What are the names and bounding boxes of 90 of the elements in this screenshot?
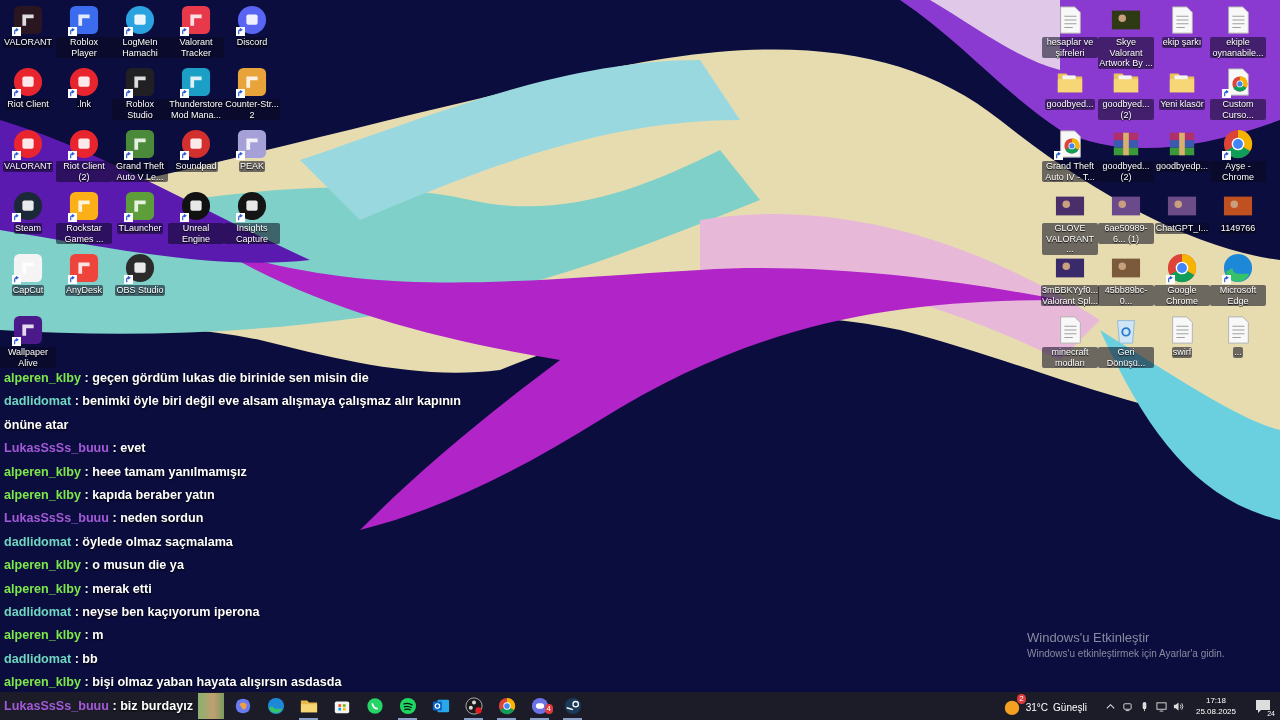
browser-icon xyxy=(1223,253,1253,283)
icon-label[interactable]: Microsoft Edge xyxy=(1210,285,1266,306)
icon-label[interactable]: ... xyxy=(1233,347,1243,358)
chat-message-overlay: dadlidomat : öylede olmaz saçmalama xyxy=(4,533,233,551)
chat-message-overlay: alperen_klby : heee tamam yanılmamışız xyxy=(4,463,247,481)
icon-label[interactable]: 1149766 xyxy=(1219,223,1257,234)
date: 25.08.2025 xyxy=(1195,706,1236,717)
search-highlight-picture xyxy=(198,693,224,719)
icon-label[interactable]: Wallpaper Alive xyxy=(0,347,56,368)
icon-label[interactable]: Custom Curso... xyxy=(1210,99,1266,120)
icon-label[interactable]: Roblox Studio xyxy=(112,99,168,120)
icon-label[interactable]: goodbyed... (2) xyxy=(1098,99,1154,120)
browser-icon xyxy=(1167,253,1197,283)
chat-message-overlay: LukasSsSs_buuu : neden sordun xyxy=(4,510,204,528)
icon-label[interactable]: 6ae50989-6... (1) xyxy=(1098,223,1154,244)
weather-widget[interactable]: 2 31°C Güneşli xyxy=(1002,693,1087,719)
icon-label[interactable]: ekiple oynanabile... xyxy=(1210,37,1266,58)
chat-message-overlay: dadlidomat : benimki öyle biri değil eve alsam alışmaya çalışmaz alır kapının önüne atar xyxy=(4,393,463,434)
activation-text: Windows'u etkinleştirmek için Ayarlar'a gidin. xyxy=(1027,648,1225,659)
chat-message-overlay: dadlidomat : neyse ben kaçıyorum iperona xyxy=(4,604,260,622)
recorder-icon xyxy=(464,697,483,715)
mail-icon xyxy=(431,697,450,715)
browser-icon xyxy=(1223,129,1253,159)
activation-title: Windows'u Etkinleştir xyxy=(1027,630,1151,645)
search-field[interactable] xyxy=(198,693,224,719)
icon-label[interactable]: AnyDesk xyxy=(65,285,103,296)
weather-badge: 2 xyxy=(1017,694,1026,704)
icon-label[interactable]: Rockstar Games ... xyxy=(56,223,112,244)
icon-label[interactable]: OBS Studio xyxy=(115,285,165,296)
icon-label[interactable]: Google Chrome xyxy=(1154,285,1210,306)
icon-label[interactable]: Grand Theft Auto V Le... xyxy=(112,161,168,182)
notification-badge: 4 xyxy=(544,704,553,714)
icon-label[interactable]: GLOVE VALORANT ... xyxy=(1042,223,1098,255)
icon-label[interactable]: VALORANT xyxy=(3,161,53,172)
icon-label[interactable]: Thunderstore Mod Mana... xyxy=(168,99,224,120)
icon-label[interactable]: Roblox Player xyxy=(56,37,112,58)
game-store-icon xyxy=(563,697,582,715)
chat-message-overlay: alperen_klby : o musun die ya xyxy=(4,557,184,575)
icon-label[interactable]: Soundpad xyxy=(174,161,218,172)
chat-app-icon xyxy=(530,697,549,715)
icon-label[interactable]: goodbyed... xyxy=(1045,99,1095,110)
camera-icon[interactable] xyxy=(1121,700,1133,712)
chat-app-icon xyxy=(365,697,384,715)
network-icon[interactable] xyxy=(1155,700,1167,712)
icon-label[interactable]: VALORANT xyxy=(3,37,53,48)
icon-label[interactable]: swirf xyxy=(1171,347,1193,358)
icon-label[interactable]: minecraft modları xyxy=(1042,347,1098,368)
copilot-icon xyxy=(233,697,252,715)
chat-message-overlay: alperen_klby : geçen gördüm lukas die birinide sen misin die xyxy=(4,370,369,387)
taskbar-app-button[interactable]: 4 xyxy=(523,692,556,720)
sun-icon xyxy=(1002,698,1021,716)
icon-label[interactable]: Counter-Str... 2 xyxy=(224,99,280,120)
icon-label[interactable]: Riot Client xyxy=(6,99,50,110)
volume-icon[interactable] xyxy=(1172,700,1184,712)
icon-label[interactable]: ekip şarkı xyxy=(1161,37,1203,48)
icon-label[interactable]: Valorant Tracker xyxy=(168,37,224,58)
icon-label[interactable]: LogMeIn Hamachi xyxy=(112,37,168,58)
icon-label[interactable]: TLauncher xyxy=(117,223,163,234)
icon-label[interactable]: Ayşe - Chrome xyxy=(1210,161,1266,182)
music-app-icon xyxy=(398,697,417,715)
icon-label[interactable]: goodbyedp... xyxy=(1154,161,1209,172)
icon-label[interactable]: Insights Capture xyxy=(224,223,280,244)
chat-message-overlay: alperen_klby : merak etti xyxy=(4,580,152,598)
icon-label[interactable]: Unreal Engine xyxy=(168,223,224,244)
chat-message-overlay: dadlidomat : bb xyxy=(4,650,98,668)
temperature: 31°C xyxy=(1025,701,1049,713)
icon-label[interactable]: 3mBBKYyf0... Valorant Spl... xyxy=(1041,285,1099,306)
chat-message-overlay: LukasSsSs_buuu : biz burdayız xyxy=(4,697,193,715)
icon-label[interactable]: PEAK xyxy=(239,161,265,172)
icon-label[interactable]: Skye Valorant Artwork By ... xyxy=(1098,37,1154,69)
chat-message-overlay: alperen_klby : bişi olmaz yaban hayata alışırsın asdasda xyxy=(4,674,342,692)
chat-message-overlay: alperen_klby : kapıda beraber yatın xyxy=(4,487,215,505)
icon-label[interactable]: ChatGPT_I... xyxy=(1154,223,1210,234)
time: 17:18 xyxy=(1205,695,1226,706)
icon-label[interactable]: hesaplar ve şifreleri xyxy=(1042,37,1098,58)
icon-label[interactable]: .lnk xyxy=(76,99,92,110)
icon-label[interactable]: Steam xyxy=(14,223,42,234)
weather-condition: Güneşli xyxy=(1053,701,1087,713)
icon-label[interactable]: Discord xyxy=(235,37,269,48)
icon-label[interactable]: goodbyed... (2) xyxy=(1098,161,1154,182)
chat-message-overlay: alperen_klby : m xyxy=(4,627,104,645)
icon-label[interactable]: 45bb89bc-0... xyxy=(1098,285,1154,306)
icon-label[interactable]: Riot Client (2) xyxy=(56,161,112,182)
chat-message-overlay: LukasSsSs_buuu : evet xyxy=(4,440,146,458)
icon-label[interactable]: Yeni klasör xyxy=(1159,99,1205,110)
icon-label[interactable]: CapCut xyxy=(11,285,45,296)
browser-icon xyxy=(266,697,285,715)
browser-icon xyxy=(497,697,516,715)
clock[interactable]: 17:18 25.08.2025 xyxy=(1195,695,1236,717)
icon-label[interactable]: Geri Dönüşü... xyxy=(1098,347,1154,368)
